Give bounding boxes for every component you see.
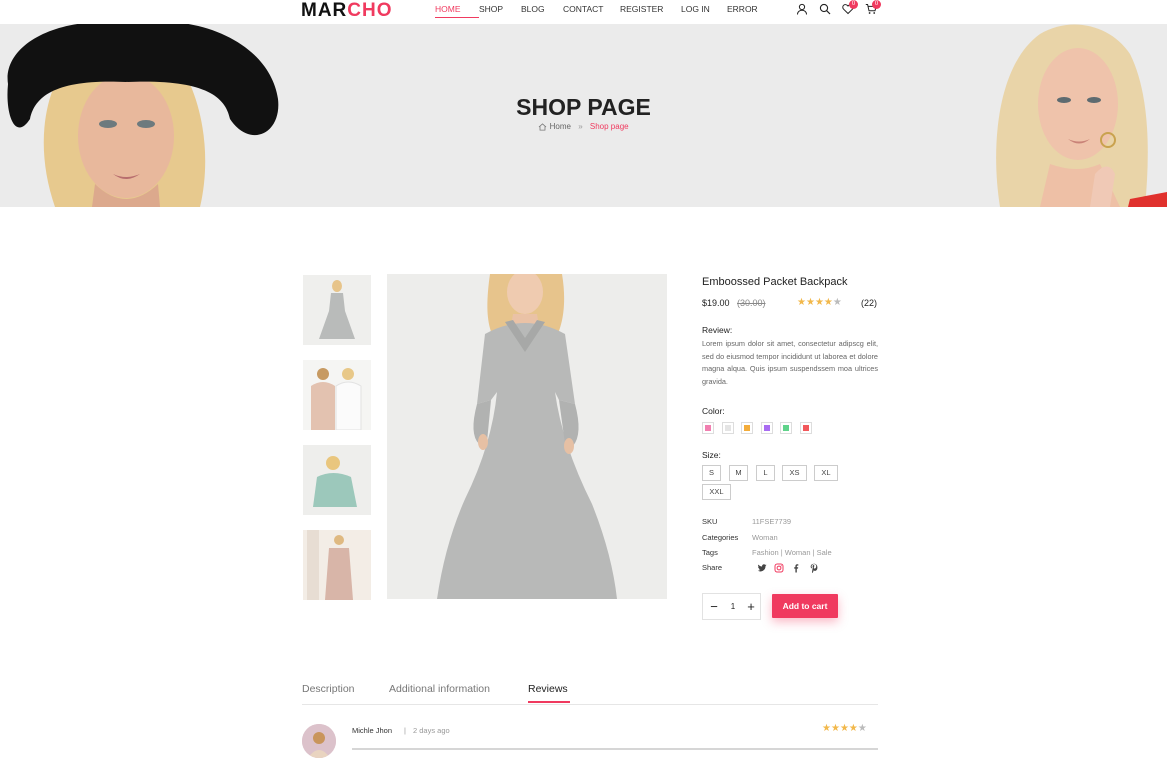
star-icon: ★ (839, 723, 849, 734)
color-swatch[interactable] (780, 422, 792, 434)
page-hero: SHOP PAGE Home » Shop page (0, 24, 1167, 207)
main-nav: HOME SHOP BLOG CONTACT REGISTER LOG IN E… (424, 4, 767, 18)
size-option-s[interactable]: S (702, 465, 721, 481)
color-swatch[interactable] (741, 422, 753, 434)
avatar (302, 724, 336, 758)
quantity-increase-button[interactable]: + (745, 600, 757, 614)
product-rating-stars: ★★★★★ (797, 298, 842, 308)
tab-additional-information[interactable]: Additional information (389, 683, 490, 695)
categories-label: Categories (702, 533, 739, 542)
product-rating-count: (22) (861, 298, 878, 308)
pinterest-icon[interactable] (809, 563, 819, 573)
tab-reviews[interactable]: Reviews (528, 683, 568, 695)
site-header: MARCHO HOME SHOP BLOG CONTACT REGISTER L… (0, 0, 1167, 24)
product-title: Emboossed Packet Backpack (702, 276, 848, 288)
nav-login[interactable]: LOG IN (681, 4, 727, 18)
breadcrumb-current: Shop page (589, 122, 629, 131)
product-description: Lorem ipsum dolor sit amet, consectetur … (702, 339, 878, 386)
color-swatch[interactable] (799, 422, 812, 434)
nav-home[interactable]: HOME (435, 4, 479, 18)
product-thumbnail-3[interactable] (303, 445, 371, 515)
categories-value[interactable]: Woman (752, 533, 778, 542)
green-hoodie-thumb-image (303, 445, 371, 515)
size-option-xxl[interactable]: XXL (702, 484, 731, 500)
star-icon: ★ (832, 297, 842, 308)
cart-count-badge: 0 (872, 0, 881, 9)
product-thumbnail-2[interactable] (303, 360, 371, 430)
user-icon[interactable] (796, 3, 810, 17)
color-swatch[interactable] (760, 422, 773, 434)
hero-model-right-image (996, 24, 1167, 207)
quantity-input[interactable] (727, 602, 739, 611)
star-icon: ★ (857, 723, 867, 734)
logo-accent: CHO (347, 0, 393, 21)
size-option-xs[interactable]: XS (782, 465, 807, 481)
color-swatch-fill (783, 425, 789, 431)
color-swatch-fill (763, 425, 770, 431)
site-logo[interactable]: MARCHO (301, 1, 393, 21)
heart-icon[interactable]: 0 (842, 0, 858, 17)
star-icon: ★ (848, 723, 858, 734)
review-author: Michle Jhon (352, 726, 393, 735)
facebook-icon[interactable] (791, 563, 801, 573)
breadcrumb-home[interactable]: Home (550, 122, 571, 131)
size-option-xl[interactable]: XL (814, 465, 838, 481)
home-icon (538, 123, 547, 131)
twitter-icon[interactable] (757, 563, 767, 573)
star-icon: ★ (805, 297, 815, 308)
size-option-m[interactable]: M (729, 465, 748, 481)
star-icon: ★ (823, 297, 833, 308)
tags-value[interactable]: Fashion | Woman | Sale (752, 548, 832, 557)
nav-blog[interactable]: BLOG (521, 4, 563, 18)
color-swatch-fill (724, 425, 731, 431)
size-label: Size: (702, 450, 721, 460)
review-rating-stars: ★★★★★ (822, 724, 867, 734)
color-swatch-fill (705, 425, 711, 431)
color-label: Color: (702, 406, 725, 416)
review-separator: | (404, 726, 406, 735)
active-tab-underline (528, 701, 570, 703)
product-price: $19.00 (702, 298, 730, 308)
star-icon: ★ (814, 297, 824, 308)
product-thumbnail-4[interactable] (303, 530, 371, 600)
tabs-divider (302, 704, 878, 705)
nav-shop[interactable]: SHOP (479, 4, 521, 18)
review-label: Review: (702, 325, 733, 335)
instagram-icon[interactable] (774, 563, 784, 573)
product-main-image[interactable] (387, 274, 667, 599)
cart-icon[interactable]: 0 (865, 0, 881, 17)
tab-description[interactable]: Description (302, 683, 355, 695)
review-text-placeholder (352, 742, 878, 750)
quantity-stepper: − + (702, 593, 761, 620)
sku-label: SKU (702, 517, 718, 526)
grey-dress-thumb-image (303, 275, 371, 345)
review-date: 2 days ago (413, 726, 450, 735)
grey-dress-model-image (387, 274, 667, 599)
wishlist-count-badge: 0 (849, 0, 858, 9)
star-icon: ★ (830, 723, 840, 734)
star-icon: ★ (797, 297, 806, 308)
logo-main: MAR (301, 0, 348, 21)
product-old-price: (30.00) (737, 298, 766, 308)
color-swatch-fill (802, 425, 809, 431)
color-swatch-fill (744, 425, 750, 431)
star-icon: ★ (822, 723, 831, 734)
reviewer-avatar-image (302, 724, 336, 758)
color-swatch[interactable] (721, 422, 734, 434)
sku-value: 11FSE7739 (752, 517, 792, 526)
quantity-decrease-button[interactable]: − (708, 600, 720, 614)
add-to-cart-button[interactable]: Add to cart (772, 594, 838, 618)
size-option-l[interactable]: L (756, 465, 775, 481)
search-icon[interactable] (819, 3, 833, 17)
hoodies-thumb-image (303, 360, 371, 430)
nav-error[interactable]: ERROR (727, 4, 767, 18)
nav-register[interactable]: REGISTER (620, 4, 681, 18)
pink-coat-thumb-image (303, 530, 371, 600)
tags-label: Tags (702, 548, 718, 557)
nav-contact[interactable]: CONTACT (563, 4, 620, 18)
breadcrumb-separator: » (578, 122, 583, 131)
product-thumbnail-1[interactable] (303, 275, 371, 345)
share-label: Share (702, 563, 723, 572)
color-swatch[interactable] (702, 422, 714, 434)
